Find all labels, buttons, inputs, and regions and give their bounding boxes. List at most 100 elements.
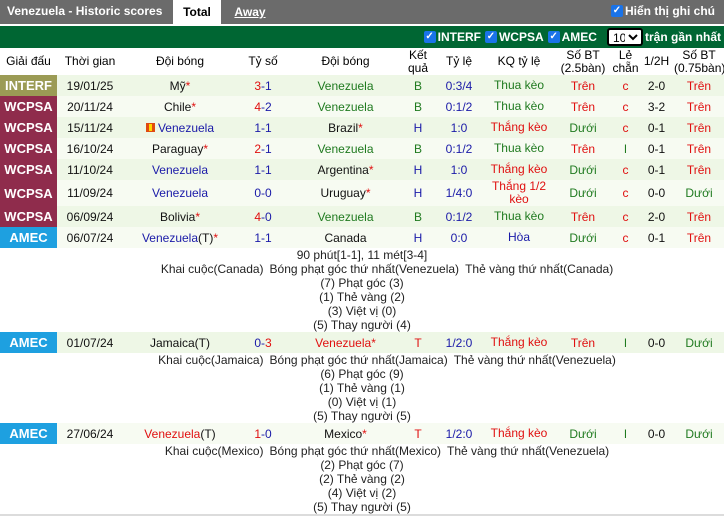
league-badge[interactable]: WCPSA bbox=[0, 180, 57, 206]
away-team-name[interactable]: Venezuela bbox=[317, 79, 373, 93]
show-notes-toggle[interactable]: ✓ Hiển thị ghi chú bbox=[611, 4, 715, 18]
match-detail-row: Khai cuộc(Jamaica) Bóng phạt góc thứ nhất… bbox=[0, 353, 724, 423]
filter-interf[interactable]: ✓ INTERF bbox=[423, 30, 481, 44]
home-team-name[interactable]: Paraguay bbox=[152, 142, 203, 156]
column-header[interactable]: Tỷ số bbox=[237, 48, 289, 75]
away-team-name[interactable]: Brazil bbox=[328, 121, 358, 135]
filter-amec[interactable]: ✓ AMEC bbox=[547, 30, 597, 44]
column-header[interactable]: 1/2H bbox=[639, 48, 674, 75]
match-stat: (3) Việt vị (0) bbox=[327, 304, 397, 318]
away-team-name[interactable]: Venezuela bbox=[317, 100, 373, 114]
home-team-name[interactable]: Jamaica bbox=[150, 336, 195, 350]
away-team-name[interactable]: Venezuela bbox=[317, 210, 373, 224]
away-team-name[interactable]: Venezuela bbox=[315, 336, 371, 350]
column-header[interactable]: Kết quả bbox=[402, 48, 434, 75]
match-date: 01/07/24 bbox=[57, 332, 123, 353]
odd-even: c bbox=[612, 159, 639, 180]
column-header[interactable]: Tỷ lệ bbox=[434, 48, 484, 75]
score-cell[interactable]: 4-0 bbox=[237, 206, 289, 227]
score-cell[interactable]: 1-1 bbox=[237, 159, 289, 180]
odd-even: l bbox=[612, 423, 639, 444]
home-team-name[interactable]: Venezuela bbox=[158, 121, 214, 135]
show-notes-label: Hiển thị ghi chú bbox=[625, 4, 715, 18]
home-team-name[interactable]: Bolivia bbox=[160, 210, 195, 224]
column-header[interactable]: KQ tỷ lệ bbox=[484, 48, 554, 75]
odd-even: c bbox=[612, 206, 639, 227]
league-badge[interactable]: AMEC bbox=[0, 423, 57, 444]
league-badge[interactable]: WCPSA bbox=[0, 138, 57, 159]
checkbox-checked-icon[interactable]: ✓ bbox=[611, 5, 623, 17]
home-team-name[interactable]: Venezuela bbox=[152, 186, 208, 200]
league-badge[interactable]: INTERF bbox=[0, 75, 57, 96]
half-time-score: 0-0 bbox=[639, 332, 674, 353]
checkbox-checked-icon[interactable]: ✓ bbox=[423, 31, 436, 43]
away-team-name[interactable]: Argentina bbox=[317, 163, 368, 177]
away-team-cell: Uruguay* bbox=[289, 180, 402, 206]
score-cell[interactable]: 2-1 bbox=[237, 138, 289, 159]
match-events: Khai cuộc(Jamaica) Bóng phạt góc thứ nhất… bbox=[0, 353, 724, 367]
odds-result: Thua kèo bbox=[484, 75, 554, 96]
match-event: Khai cuộc(Jamaica) bbox=[158, 353, 264, 367]
odd-even: l bbox=[612, 138, 639, 159]
checkbox-checked-icon[interactable]: ✓ bbox=[547, 31, 560, 43]
column-header[interactable]: Số BT (0.75bàn) bbox=[674, 48, 724, 75]
odds-result: Thắng kèo bbox=[484, 423, 554, 444]
home-team-name[interactable]: Venezuela bbox=[144, 427, 200, 441]
home-team-cell: Jamaica(T) bbox=[123, 332, 237, 353]
league-badge[interactable]: AMEC bbox=[0, 332, 57, 353]
score-cell[interactable]: 1-0 bbox=[237, 423, 289, 444]
odds-result: Thắng kèo bbox=[484, 332, 554, 353]
score-away: 0 bbox=[265, 186, 272, 200]
filter-wcpsa[interactable]: ✓ WCPSA bbox=[484, 30, 544, 44]
table-row: INTERF 19/01/25 Mỹ* 3-1 Venezuela B 0:3/4 Thua … bbox=[0, 75, 724, 96]
league-badge[interactable]: AMEC bbox=[0, 227, 57, 248]
score-cell[interactable]: 3-1 bbox=[237, 75, 289, 96]
tab-total[interactable]: Total bbox=[173, 0, 221, 24]
odds-result: Thua kèo bbox=[484, 138, 554, 159]
home-team-name[interactable]: Venezuela bbox=[152, 163, 208, 177]
odd-even: c bbox=[612, 75, 639, 96]
checkbox-checked-icon[interactable]: ✓ bbox=[484, 31, 497, 43]
away-team-name[interactable]: Uruguay bbox=[320, 186, 365, 200]
score-cell[interactable]: 4-2 bbox=[237, 96, 289, 117]
score-cell[interactable]: 0-3 bbox=[237, 332, 289, 353]
favorite-marker: * bbox=[362, 426, 367, 441]
score-cell[interactable]: 1-1 bbox=[237, 117, 289, 138]
column-header[interactable]: Lẻ chẵn bbox=[612, 48, 639, 75]
result: H bbox=[402, 159, 434, 180]
odds-result: Thắng kèo bbox=[484, 117, 554, 138]
column-header[interactable]: Giải đấu bbox=[0, 48, 57, 75]
match-event: Khai cuộc(Canada) bbox=[160, 262, 264, 276]
column-header[interactable]: Đội bóng bbox=[289, 48, 402, 75]
match-stat: (2) Phạt góc (7) bbox=[320, 458, 404, 472]
home-team-name[interactable]: Mỹ bbox=[170, 79, 186, 93]
page-title: Venezuela - Historic scores bbox=[7, 4, 163, 18]
away-team-name[interactable]: Mexico bbox=[324, 427, 362, 441]
away-team-name[interactable]: Venezuela bbox=[317, 142, 373, 156]
score-cell[interactable]: 0-0 bbox=[237, 180, 289, 206]
column-header[interactable]: Thời gian bbox=[57, 48, 123, 75]
league-badge[interactable]: WCPSA bbox=[0, 117, 57, 138]
column-header[interactable]: Đội bóng bbox=[123, 48, 237, 75]
match-stat: (0) Việt vị (1) bbox=[327, 395, 397, 409]
over-under-075: Trên bbox=[674, 117, 724, 138]
home-team-name[interactable]: Venezuela bbox=[142, 231, 198, 245]
column-header[interactable]: Số BT (2.5bàn) bbox=[554, 48, 612, 75]
home-team-name[interactable]: Chile bbox=[164, 100, 191, 114]
match-count-select[interactable]: 10 bbox=[606, 28, 643, 46]
away-team-cell: Venezuela bbox=[289, 96, 402, 117]
away-team-cell: Venezuela bbox=[289, 206, 402, 227]
tab-away[interactable]: Away bbox=[230, 0, 270, 24]
half-time-score: 0-1 bbox=[639, 138, 674, 159]
league-badge[interactable]: WCPSA bbox=[0, 159, 57, 180]
away-team-cell: Argentina* bbox=[289, 159, 402, 180]
league-badge[interactable]: WCPSA bbox=[0, 96, 57, 117]
score-cell[interactable]: 1-1 bbox=[237, 227, 289, 248]
result: T bbox=[402, 423, 434, 444]
score-away: 1 bbox=[265, 162, 272, 177]
league-badge[interactable]: WCPSA bbox=[0, 206, 57, 227]
match-detail: Khai cuộc(Mexico) Bóng phạt góc thứ nhất(… bbox=[0, 444, 724, 515]
away-team-name[interactable]: Canada bbox=[324, 231, 366, 245]
favorite-marker: * bbox=[213, 230, 219, 245]
over-under: Dưới bbox=[554, 117, 612, 138]
